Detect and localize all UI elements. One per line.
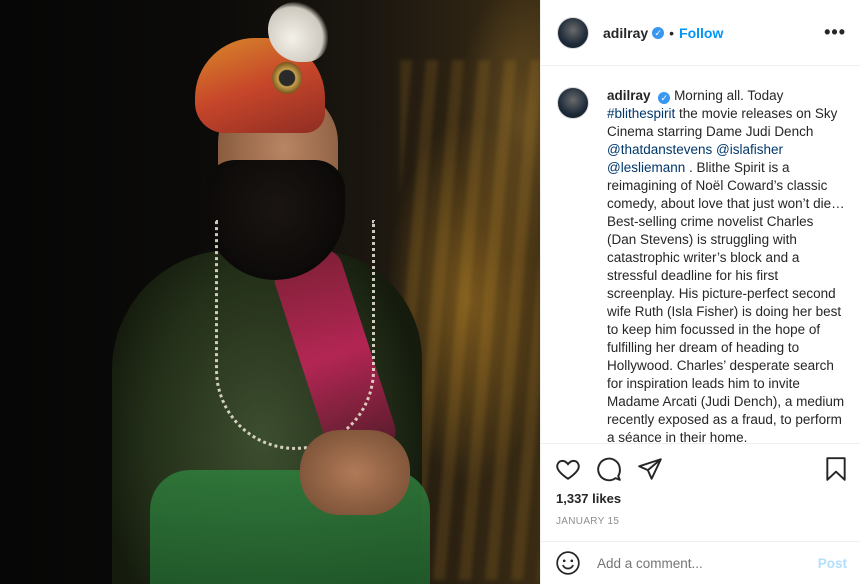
emoji-icon[interactable] bbox=[555, 550, 581, 576]
mention-link[interactable]: @thatdanstevens bbox=[607, 142, 712, 157]
header-username[interactable]: adilray bbox=[603, 25, 648, 41]
caption-segment: . Blithe Spirit is a reimagining of Noël… bbox=[607, 160, 845, 443]
post-header: adilray ✓ • Follow ••• bbox=[541, 0, 860, 66]
bookmark-icon[interactable] bbox=[823, 456, 849, 482]
post-date[interactable]: JANUARY 15 bbox=[556, 516, 619, 527]
caption-segment: Morning all. Today bbox=[674, 88, 784, 103]
more-options-icon[interactable]: ••• bbox=[824, 22, 846, 43]
separator-dot: • bbox=[669, 24, 675, 41]
mention-link[interactable]: @islafisher bbox=[716, 142, 783, 157]
comment-icon[interactable] bbox=[596, 456, 622, 482]
heart-icon[interactable] bbox=[555, 456, 581, 482]
pearl-necklace bbox=[215, 220, 375, 450]
caption-username[interactable]: adilray bbox=[607, 88, 651, 103]
verified-badge-icon: ✓ bbox=[652, 26, 665, 39]
caption-area: adilray ✓ Morning all. Today #blithespir… bbox=[541, 67, 860, 443]
hashtag-link[interactable]: #blithespirit bbox=[607, 106, 675, 121]
follow-button[interactable]: Follow bbox=[679, 25, 723, 41]
action-icons bbox=[555, 456, 849, 484]
clasped-hands bbox=[300, 430, 410, 515]
post-comment-button[interactable]: Post bbox=[818, 556, 847, 571]
avatar[interactable] bbox=[557, 16, 589, 49]
post-sidebar: adilray ✓ • Follow ••• adilray ✓ Morning… bbox=[540, 0, 860, 584]
caption-verified-badge-icon: ✓ bbox=[658, 92, 671, 104]
comment-input[interactable] bbox=[597, 555, 807, 571]
caption-avatar[interactable] bbox=[557, 87, 589, 119]
comment-bar: Post bbox=[541, 541, 860, 584]
likes-count[interactable]: 1,337 likes bbox=[556, 491, 621, 506]
mention-link[interactable]: @lesliemann bbox=[607, 160, 685, 175]
post-photo[interactable] bbox=[0, 0, 540, 584]
share-icon[interactable] bbox=[637, 456, 663, 482]
turban-jewel bbox=[272, 62, 302, 94]
caption-text: adilray ✓ Morning all. Today #blithespir… bbox=[607, 87, 845, 443]
actions-area: 1,337 likes JANUARY 15 bbox=[541, 443, 860, 541]
